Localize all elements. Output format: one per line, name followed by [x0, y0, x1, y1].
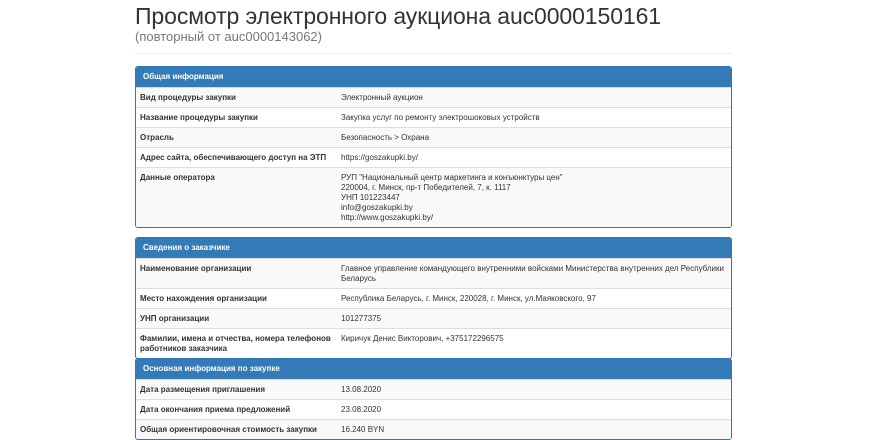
- page-subtitle: (повторный от auc0000143062): [135, 29, 322, 44]
- procedure-type-value: Электронный аукцион: [337, 87, 731, 108]
- operator-email: info@goszakupki.by: [341, 203, 413, 212]
- general-info-heading: Общая информация: [136, 67, 731, 87]
- customer-panel: Сведения о заказчике Наименование органи…: [135, 237, 732, 359]
- industry-value: Безопасность > Охрана: [337, 127, 731, 148]
- etp-site-label: Адрес сайта, обеспечивающего доступ на Э…: [136, 147, 337, 168]
- general-info-panel: Общая информация Вид процедуры закупки Э…: [135, 66, 732, 228]
- table-row: Место нахождения организации Республика …: [136, 288, 731, 309]
- operator-value: РУП "Национальный центр маркетинга и кон…: [337, 167, 731, 227]
- procedure-type-label: Вид процедуры закупки: [136, 87, 337, 108]
- total-cost-value: 16.240 BYN: [337, 419, 731, 439]
- procedure-name-label: Название процедуры закупки: [136, 107, 337, 128]
- operator-website: http://www.goszakupki.by/: [341, 213, 434, 222]
- invitation-date-label: Дата размещения приглашения: [136, 379, 337, 400]
- table-row: Наименование организации Главное управле…: [136, 258, 731, 289]
- general-info-table: Вид процедуры закупки Электронный аукцио…: [136, 87, 731, 227]
- table-row: Фамилии, имена и отчества, номера телефо…: [136, 328, 731, 358]
- table-row: Дата окончания приема предложений 23.08.…: [136, 399, 731, 420]
- operator-label: Данные оператора: [136, 167, 337, 227]
- org-location-value: Республика Беларусь, г. Минск, 220028, г…: [337, 288, 731, 309]
- table-row: Вид процедуры закупки Электронный аукцио…: [136, 87, 731, 108]
- operator-address: 220004, г. Минск, пр-т Победителей, 7, к…: [341, 183, 511, 192]
- table-row: УНП организации 101277375: [136, 308, 731, 329]
- org-unp-value: 101277375: [337, 308, 731, 329]
- invitation-date-value: 13.08.2020: [337, 379, 731, 400]
- table-row: Адрес сайта, обеспечивающего доступ на Э…: [136, 147, 731, 168]
- procurement-panel: Основная информация по закупке Дата разм…: [135, 358, 732, 440]
- deadline-value: 23.08.2020: [337, 399, 731, 420]
- customer-heading: Сведения о заказчике: [136, 238, 731, 258]
- org-name-label: Наименование организации: [136, 258, 337, 289]
- contacts-label: Фамилии, имена и отчества, номера телефо…: [136, 328, 337, 358]
- operator-unp: УНП 101223447: [341, 193, 400, 202]
- page-title: Просмотр электронного аукциона auc000015…: [135, 3, 661, 29]
- header-divider: [135, 53, 732, 54]
- contacts-value: Киричук Денис Викторович, +375172296575: [337, 328, 731, 358]
- table-row: Общая ориентировочная стоимость закупки …: [136, 419, 731, 439]
- etp-site-value: https://goszakupki.by/: [337, 147, 731, 168]
- org-name-value: Главное управление командующего внутренн…: [337, 258, 731, 289]
- total-cost-label: Общая ориентировочная стоимость закупки: [136, 419, 337, 439]
- industry-label: Отрасль: [136, 127, 337, 148]
- table-row: Отрасль Безопасность > Охрана: [136, 127, 731, 148]
- operator-name: РУП "Национальный центр маркетинга и кон…: [341, 173, 563, 182]
- table-row: Дата размещения приглашения 13.08.2020: [136, 379, 731, 400]
- org-location-label: Место нахождения организации: [136, 288, 337, 309]
- table-row: Название процедуры закупки Закупка услуг…: [136, 107, 731, 128]
- customer-table: Наименование организации Главное управле…: [136, 258, 731, 358]
- table-row: Данные оператора РУП "Национальный центр…: [136, 167, 731, 227]
- procurement-heading: Основная информация по закупке: [136, 359, 731, 379]
- procurement-table: Дата размещения приглашения 13.08.2020 Д…: [136, 379, 731, 439]
- deadline-label: Дата окончания приема предложений: [136, 399, 337, 420]
- procedure-name-value: Закупка услуг по ремонту электрошоковых …: [337, 107, 731, 128]
- org-unp-label: УНП организации: [136, 308, 337, 329]
